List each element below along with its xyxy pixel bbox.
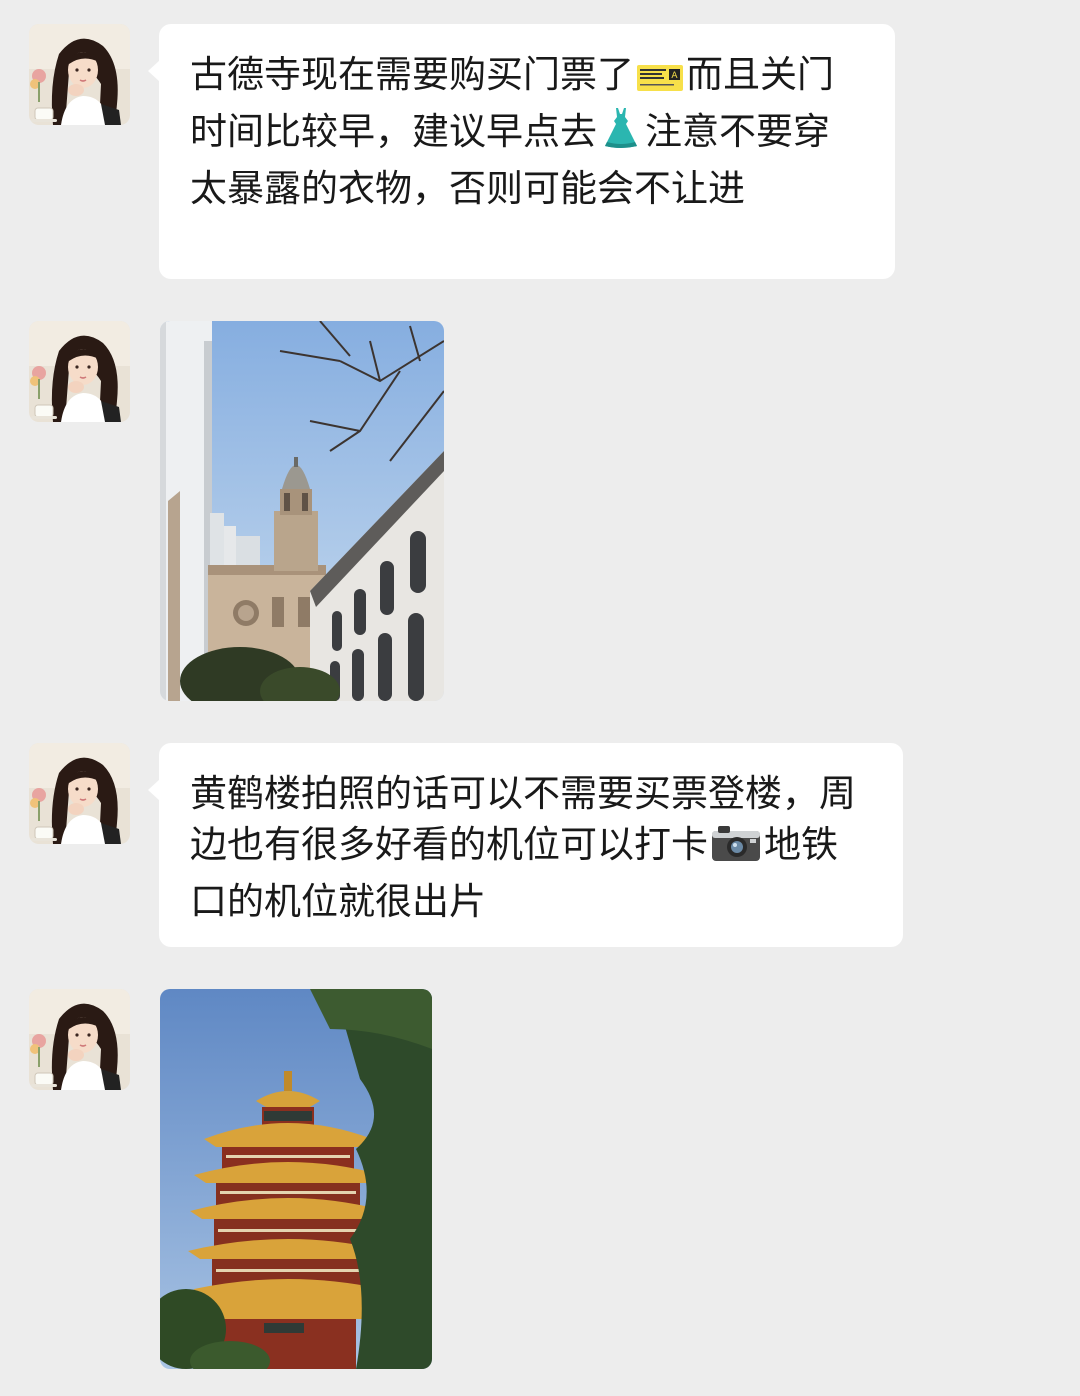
user-avatar[interactable] xyxy=(29,743,130,844)
dress-emoji xyxy=(599,106,643,163)
gude-temple-photo[interactable] xyxy=(160,321,444,701)
ticket-emoji: A xyxy=(636,55,684,106)
message-text: 古德寺现在需要购买门票了 xyxy=(190,53,634,96)
svg-text:A: A xyxy=(671,71,678,81)
message-bubble[interactable]: 古德寺现在需要购买门票了 A 而且关门时间比较早，建议早点去 注意不要穿太暴露的… xyxy=(148,24,895,279)
camera-emoji xyxy=(710,823,762,876)
user-avatar[interactable] xyxy=(29,24,130,125)
yellow-crane-tower-photo[interactable] xyxy=(160,989,432,1369)
message-bubble[interactable]: 黄鹤楼拍照的话可以不需要买票登楼，周边也有很多好看的机位可以打卡 地铁口的机位就… xyxy=(148,743,903,947)
user-avatar[interactable] xyxy=(29,321,130,422)
user-avatar[interactable] xyxy=(29,989,130,1090)
